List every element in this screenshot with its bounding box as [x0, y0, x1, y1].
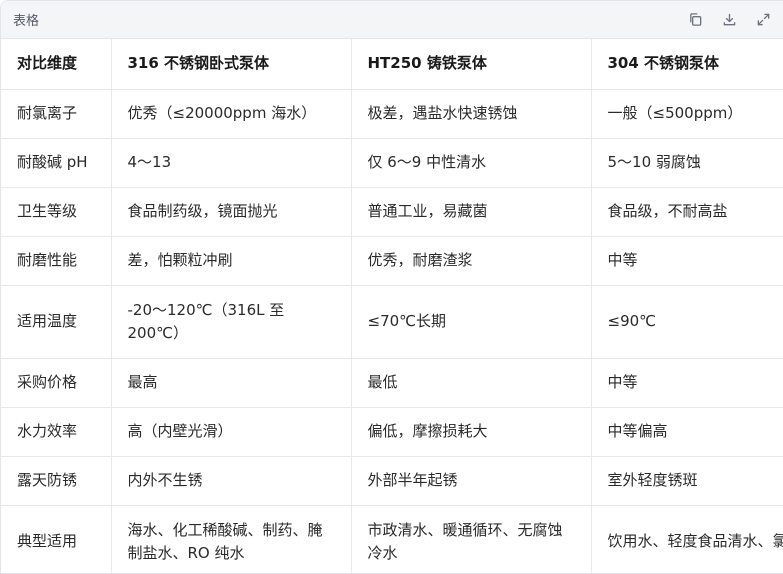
table-cell: 一般（≤500ppm） [591, 89, 783, 139]
table-cell: 差，怕颗粒冲刷 [111, 236, 352, 286]
table-cell: 最低 [351, 358, 592, 408]
row-label: 适用温度 [1, 285, 112, 359]
row-label: 卫生等级 [1, 187, 112, 237]
table-cell: 食品制药级，镜面抛光 [111, 187, 352, 237]
table-row: 适用温度 -20～120℃（316L 至 200℃） ≤70℃长期 ≤90℃ [1, 285, 783, 359]
table-cell: 外部半年起锈 [351, 456, 592, 506]
table-card: 表格 对比维度 316 不锈钢卧式泵体 HT250 铸铁泵体 304 不锈钢泵体… [0, 0, 783, 574]
table-cell: 4～13 [111, 138, 352, 188]
table-cell: 优秀（≤20000ppm 海水） [111, 89, 352, 139]
row-label: 露天防锈 [1, 456, 112, 506]
table-row: 耐氯离子 优秀（≤20000ppm 海水） 极差，遇盐水快速锈蚀 一般（≤500… [1, 89, 783, 139]
table-cell: 极差，遇盐水快速锈蚀 [351, 89, 592, 139]
table-cell: 中等 [591, 358, 783, 408]
table-cell: ≤70℃长期 [351, 285, 592, 359]
column-header: 316 不锈钢卧式泵体 [111, 39, 352, 90]
table-cell: 海水、化工稀酸碱、制药、腌制盐水、RO 纯水 [111, 505, 352, 573]
table-cell: 优秀，耐磨渣浆 [351, 236, 592, 286]
download-icon[interactable] [721, 12, 737, 28]
table-cell: 饮用水、轻度食品清水、氯循环水 [591, 505, 783, 573]
table-cell: -20～120℃（316L 至 200℃） [111, 285, 352, 359]
table-cell: 市政清水、暖通循环、无腐蚀冷水 [351, 505, 592, 573]
table-cell: 食品级，不耐高盐 [591, 187, 783, 237]
toolbar [687, 12, 771, 28]
table-cell: 5～10 弱腐蚀 [591, 138, 783, 188]
row-label: 采购价格 [1, 358, 112, 408]
table-cell: 室外轻度锈斑 [591, 456, 783, 506]
row-label: 耐酸碱 pH [1, 138, 112, 188]
table-cell: 中等偏高 [591, 407, 783, 457]
table-cell: 偏低，摩擦损耗大 [351, 407, 592, 457]
table-row: 耐酸碱 pH 4～13 仅 6～9 中性清水 5～10 弱腐蚀 [1, 138, 783, 188]
table-row: 水力效率 高（内壁光滑） 偏低，摩擦损耗大 中等偏高 [1, 407, 783, 457]
table-cell: 仅 6～9 中性清水 [351, 138, 592, 188]
table-row: 露天防锈 内外不生锈 外部半年起锈 室外轻度锈斑 [1, 456, 783, 506]
table-cell: 普通工业，易藏菌 [351, 187, 592, 237]
table-header-bar: 表格 [1, 1, 783, 39]
table-row: 典型适用 海水、化工稀酸碱、制药、腌制盐水、RO 纯水 市政清水、暖通循环、无腐… [1, 505, 783, 573]
row-label: 耐磨性能 [1, 236, 112, 286]
copy-icon[interactable] [687, 12, 703, 28]
column-header: 对比维度 [1, 39, 112, 90]
table-row: 采购价格 最高 最低 中等 [1, 358, 783, 408]
table-cell: 中等 [591, 236, 783, 286]
table-cell: ≤90℃ [591, 285, 783, 359]
column-header: 304 不锈钢泵体 [591, 39, 783, 90]
table-row: 卫生等级 食品制药级，镜面抛光 普通工业，易藏菌 食品级，不耐高盐 [1, 187, 783, 237]
comparison-table: 对比维度 316 不锈钢卧式泵体 HT250 铸铁泵体 304 不锈钢泵体 耐氯… [1, 39, 783, 573]
table-cell: 最高 [111, 358, 352, 408]
row-label: 耐氯离子 [1, 89, 112, 139]
column-header: HT250 铸铁泵体 [351, 39, 592, 90]
row-label: 水力效率 [1, 407, 112, 457]
card-title: 表格 [13, 14, 40, 29]
expand-icon[interactable] [755, 12, 771, 28]
table-header-row: 对比维度 316 不锈钢卧式泵体 HT250 铸铁泵体 304 不锈钢泵体 [1, 39, 783, 90]
table-cell: 内外不生锈 [111, 456, 352, 506]
row-label: 典型适用 [1, 505, 112, 573]
table-row: 耐磨性能 差，怕颗粒冲刷 优秀，耐磨渣浆 中等 [1, 236, 783, 286]
table-cell: 高（内壁光滑） [111, 407, 352, 457]
